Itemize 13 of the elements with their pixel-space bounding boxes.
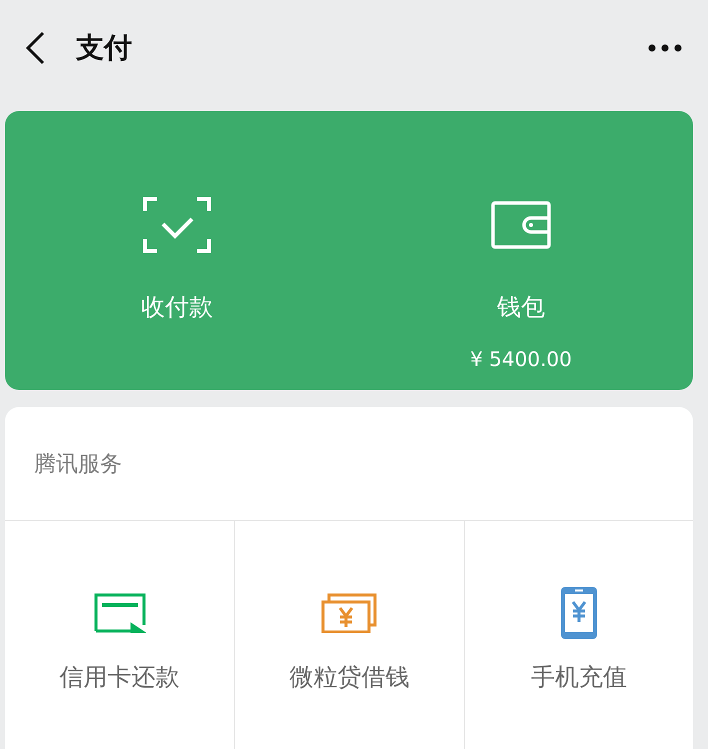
- scan-icon: [143, 197, 211, 253]
- service-tile[interactable]: 手机充值: [464, 521, 693, 749]
- service-label: 微粒贷借钱: [289, 662, 410, 693]
- service-tile[interactable]: 微粒贷借钱: [234, 521, 464, 749]
- wallet-balance: ¥ 5400.00: [470, 347, 572, 371]
- section-title: 腾讯服务: [34, 450, 122, 478]
- wallet-icon: [491, 201, 551, 249]
- service-label: 信用卡还款: [60, 662, 180, 693]
- service-tile[interactable]: 信用卡还款: [5, 521, 234, 749]
- more-icon[interactable]: [648, 44, 682, 52]
- back-icon[interactable]: [24, 30, 46, 64]
- page-title: 支付: [76, 30, 132, 66]
- service-label: 手机充值: [530, 662, 627, 693]
